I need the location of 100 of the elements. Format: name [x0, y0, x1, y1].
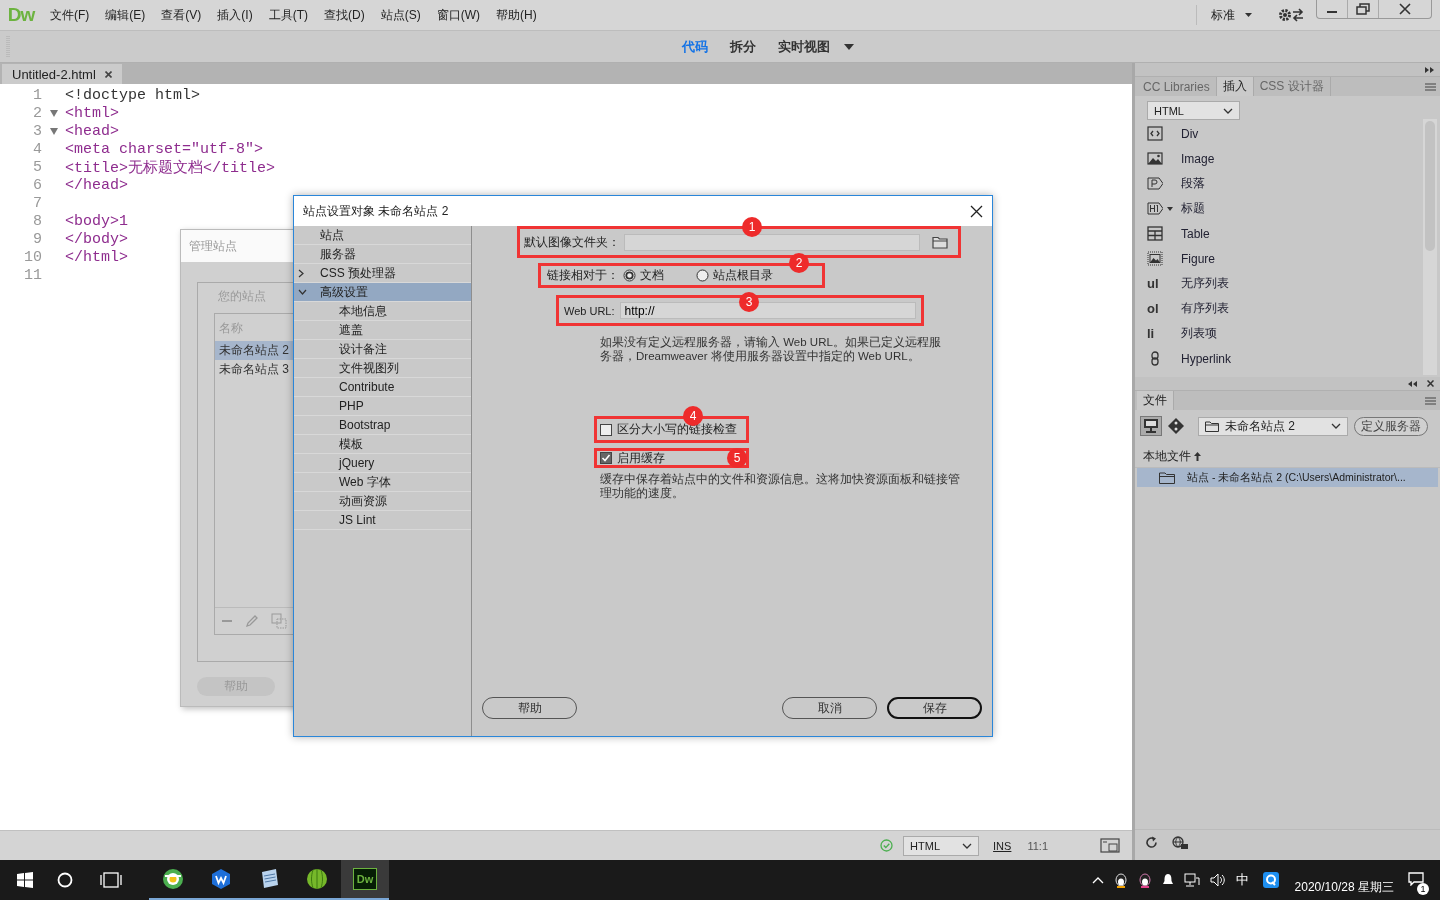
category-item[interactable]: 遮盖 — [294, 321, 471, 340]
workspace-dropdown[interactable]: 标准 — [1196, 5, 1266, 25]
menu-item[interactable]: 窗口(W) — [428, 6, 488, 24]
penguin-icon[interactable] — [1113, 872, 1128, 888]
insert-item[interactable]: Hyperlink — [1181, 351, 1231, 366]
radio-label[interactable]: 站点根目录 — [713, 267, 773, 284]
search-icon[interactable] — [57, 872, 73, 888]
menu-item[interactable]: 站点(S) — [372, 6, 429, 24]
menu-item[interactable]: 工具(T) — [260, 6, 316, 24]
insert-item[interactable]: 段落 — [1181, 175, 1205, 192]
category-item[interactable]: 文件视图列 — [294, 359, 471, 378]
close-icon[interactable] — [104, 70, 112, 78]
input-method[interactable]: 中 — [1235, 871, 1249, 889]
category-item[interactable]: jQuery — [294, 454, 471, 473]
menu-item[interactable]: 编辑(E) — [97, 6, 154, 24]
close-icon[interactable] — [970, 204, 983, 218]
category-item[interactable]: Contribute — [294, 378, 471, 397]
tag-icon[interactable]: li — [1147, 326, 1155, 341]
insert-item[interactable]: Image — [1181, 151, 1215, 166]
panel-tab[interactable]: 插入 — [1216, 77, 1254, 96]
div-icon[interactable] — [1147, 126, 1163, 141]
category-item[interactable]: 站点 — [294, 226, 471, 245]
menu-item[interactable]: 帮助(H) — [488, 6, 545, 24]
task-view-icon[interactable] — [100, 872, 122, 888]
menu-item[interactable]: 插入(I) — [209, 6, 261, 24]
caret-icon[interactable] — [1167, 206, 1173, 211]
table-icon[interactable] — [1147, 226, 1163, 241]
save-button[interactable]: 保存 — [887, 697, 982, 719]
radio-button[interactable] — [696, 269, 709, 282]
category-item[interactable]: 服务器 — [294, 245, 471, 264]
refresh-icon[interactable] — [1145, 836, 1158, 849]
bell-icon[interactable] — [1161, 873, 1174, 887]
menu-item[interactable]: 查看(V) — [153, 6, 210, 24]
insert-item[interactable]: Div — [1181, 126, 1199, 141]
folder-field[interactable] — [624, 233, 920, 251]
penguin-icon[interactable] — [1137, 872, 1152, 888]
notification-icon[interactable] — [1408, 871, 1424, 886]
menu-item[interactable]: 文件(F) — [42, 6, 98, 24]
radio-label[interactable]: 文档 — [640, 267, 664, 284]
settings-icon[interactable] — [1278, 7, 1304, 23]
windows-start-icon[interactable] — [17, 872, 33, 888]
figure-icon[interactable] — [1147, 251, 1163, 266]
expand-icon[interactable] — [1425, 66, 1434, 73]
sort-arrow-icon[interactable] — [1194, 452, 1201, 461]
folder-icon[interactable] — [932, 235, 948, 249]
category-dropdown[interactable]: HTML — [1147, 101, 1240, 120]
window-size-icon[interactable] — [1100, 838, 1120, 853]
chevron-down-icon[interactable] — [298, 289, 307, 295]
category-item[interactable]: 设计备注 — [294, 340, 471, 359]
define-server-button[interactable]: 定义服务器 — [1354, 416, 1428, 436]
git-icon[interactable] — [1168, 418, 1184, 434]
checkbox[interactable] — [600, 452, 612, 464]
category-item[interactable]: JS Lint — [294, 511, 471, 530]
menu-item[interactable]: 查找(D) — [316, 6, 373, 24]
panel-tab[interactable]: 文件 — [1137, 391, 1174, 410]
file-row[interactable]: 站点 - 未命名站点 2 (C:\Users\Administrator\... — [1137, 468, 1438, 487]
site-dropdown[interactable]: 未命名站点 2 — [1198, 416, 1348, 436]
category-item[interactable]: 高级设置 — [294, 283, 471, 302]
category-item[interactable]: 本地信息 — [294, 302, 471, 321]
category-item[interactable]: Bootstrap — [294, 416, 471, 435]
category-item[interactable]: PHP — [294, 397, 471, 416]
document-tab[interactable]: Untitled-2.html — [2, 64, 122, 84]
dropdown-icon[interactable] — [843, 43, 854, 50]
globe-icon[interactable] — [1172, 835, 1188, 850]
heading-tag-icon[interactable] — [1147, 201, 1163, 216]
view-tab[interactable]: 拆分 — [729, 37, 756, 56]
collapse-icon[interactable] — [1408, 380, 1417, 387]
radio-button[interactable] — [623, 269, 636, 282]
taskbar-app[interactable]: Dw — [341, 860, 389, 900]
tag-icon[interactable]: ul — [1147, 276, 1159, 291]
tag-icon[interactable]: ol — [1147, 301, 1159, 316]
help-button[interactable]: 帮助 — [482, 697, 577, 719]
column-header[interactable]: 本地文件 — [1143, 448, 1191, 465]
insert-mode[interactable]: INS — [993, 839, 1012, 852]
insert-item[interactable]: 标题 — [1181, 200, 1205, 217]
insert-item[interactable]: 无序列表 — [1181, 275, 1229, 292]
insert-item[interactable]: Table — [1181, 226, 1210, 241]
image-icon[interactable] — [1147, 151, 1163, 166]
volume-icon[interactable] — [1209, 873, 1226, 887]
insert-item[interactable]: 有序列表 — [1181, 300, 1229, 317]
category-item[interactable]: 模板 — [294, 435, 471, 454]
insert-item[interactable]: 列表项 — [1181, 325, 1217, 342]
date[interactable]: 2020/10/28 星期三 — [1294, 878, 1394, 896]
network-icon[interactable] — [1183, 873, 1200, 887]
chevron-up-icon[interactable] — [1091, 876, 1104, 884]
computer-icon[interactable] — [1140, 416, 1162, 436]
chevron-right-icon[interactable] — [298, 268, 304, 278]
fold-icon[interactable] — [49, 109, 58, 117]
q-app-icon[interactable] — [1262, 872, 1279, 888]
checkbox[interactable] — [600, 423, 612, 436]
cancel-button[interactable]: 取消 — [782, 697, 877, 719]
close-icon[interactable] — [1427, 380, 1434, 387]
view-tab[interactable]: 实时视图 — [777, 37, 830, 56]
checkbox-label[interactable]: 启用缓存 — [617, 449, 665, 467]
category-item[interactable]: 动画资源 — [294, 492, 471, 511]
fold-icon[interactable] — [49, 127, 58, 135]
category-item[interactable]: Web 字体 — [294, 473, 471, 492]
insert-item[interactable]: Figure — [1181, 251, 1215, 266]
language-dropdown[interactable]: HTML — [903, 835, 980, 856]
paragraph-tag-icon[interactable] — [1147, 176, 1163, 191]
